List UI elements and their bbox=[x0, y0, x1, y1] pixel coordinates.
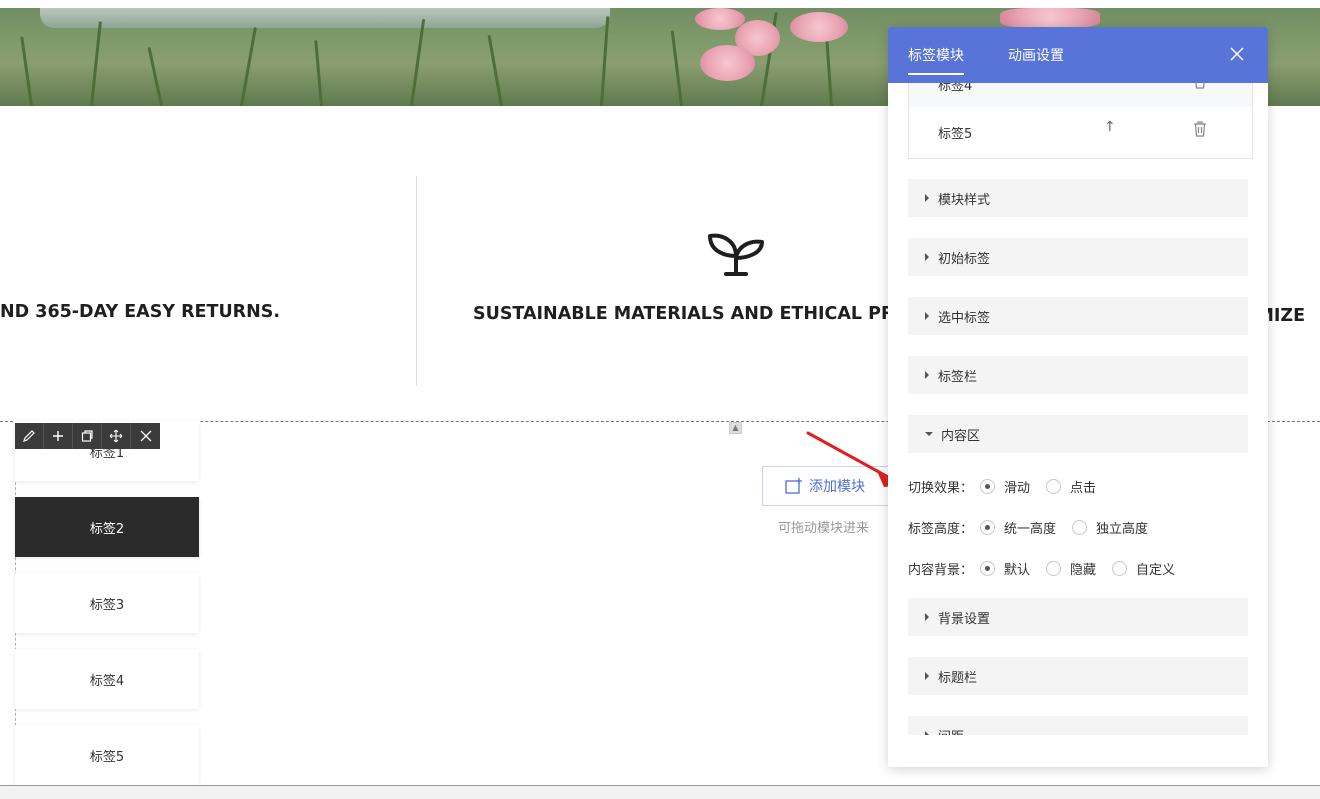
caret-right-icon bbox=[925, 613, 929, 621]
feature-sustainable-text: SUSTAINABLE MATERIALS AND ETHICAL PRAC bbox=[473, 304, 921, 324]
tab-animation-settings[interactable]: 动画设置 bbox=[1008, 45, 1064, 65]
close-icon[interactable] bbox=[131, 423, 160, 449]
tag-list-row: 标签5 ↑ bbox=[909, 107, 1252, 155]
radio-default[interactable]: 默认 bbox=[980, 559, 1030, 578]
caret-right-icon bbox=[925, 312, 929, 320]
section-initial-tab[interactable]: 初始标签 bbox=[908, 238, 1248, 276]
tab-item-5[interactable]: 标签5 bbox=[15, 725, 199, 785]
bottom-bar bbox=[0, 785, 1320, 799]
flower bbox=[695, 8, 745, 30]
section-background-settings[interactable]: 背景设置 bbox=[908, 598, 1248, 636]
radio-uniform-height[interactable]: 统一高度 bbox=[980, 518, 1056, 537]
page: ND 365-DAY EASY RETURNS. SUSTAINABLE MAT… bbox=[0, 0, 1320, 799]
section-label: 初始标签 bbox=[938, 251, 991, 267]
tag-list: 标签4 标签5 ↑ bbox=[908, 83, 1253, 159]
radio-independent-height[interactable]: 独立高度 bbox=[1072, 518, 1148, 537]
tab-label: 标签3 bbox=[89, 597, 125, 613]
plus-icon[interactable] bbox=[44, 423, 73, 449]
move-up-icon[interactable]: ↑ bbox=[1104, 119, 1116, 135]
section-label: 间距 bbox=[938, 726, 964, 736]
section-module-style[interactable]: 模块样式 bbox=[908, 179, 1248, 217]
pencil-icon[interactable] bbox=[15, 423, 44, 449]
trash-icon[interactable] bbox=[1193, 121, 1207, 137]
section-label: 选中标签 bbox=[938, 310, 991, 326]
section-title-bar[interactable]: 标题栏 bbox=[908, 657, 1248, 695]
caret-right-icon bbox=[925, 672, 929, 680]
tab-module-settings[interactable]: 标签模块 bbox=[908, 45, 964, 75]
section-label: 标题栏 bbox=[938, 670, 978, 686]
radio-click[interactable]: 点击 bbox=[1046, 477, 1096, 496]
panel-header: 标签模块 动画设置 bbox=[888, 27, 1268, 83]
settings-panel: 标签模块 动画设置 标签4 标签5 ↑ 模块样式 初始标签 选中标签 标签栏 内… bbox=[888, 27, 1268, 767]
tag-list-row: 标签4 bbox=[909, 83, 1252, 107]
flower bbox=[700, 45, 755, 81]
tab-height-row: 标签高度： 统一高度 独立高度 bbox=[908, 517, 1164, 537]
feature-returns-text: ND 365-DAY EASY RETURNS. bbox=[0, 302, 281, 322]
caret-right-icon bbox=[925, 253, 929, 261]
radio-slide[interactable]: 滑动 bbox=[980, 477, 1030, 496]
section-label: 背景设置 bbox=[938, 611, 991, 627]
caret-right-icon bbox=[925, 371, 929, 379]
tab-label: 标签4 bbox=[89, 673, 125, 689]
radio-custom[interactable]: 自定义 bbox=[1112, 559, 1175, 578]
option-label: 标签高度： bbox=[908, 521, 974, 537]
caret-down-icon bbox=[925, 432, 933, 436]
content-background-row: 内容背景： 默认 隐藏 自定义 bbox=[908, 558, 1191, 578]
flower bbox=[790, 12, 848, 42]
panel-close-icon[interactable] bbox=[1228, 45, 1246, 63]
radio-hidden[interactable]: 隐藏 bbox=[1046, 559, 1096, 578]
copy-icon[interactable] bbox=[73, 423, 102, 449]
option-label: 内容背景： bbox=[908, 562, 974, 578]
trash-icon[interactable] bbox=[1193, 83, 1207, 89]
planter-shape bbox=[40, 8, 610, 28]
caret-right-icon bbox=[925, 194, 929, 202]
section-label: 标签栏 bbox=[938, 369, 978, 385]
section-label: 内容区 bbox=[941, 428, 981, 444]
tab-item-3[interactable]: 标签3 bbox=[15, 573, 199, 633]
panel-body: 标签4 标签5 ↑ 模块样式 初始标签 选中标签 标签栏 内容区 切换效果： 滑… bbox=[888, 83, 1268, 735]
tab-label: 标签2 bbox=[89, 521, 125, 537]
caret-right-icon bbox=[925, 731, 929, 735]
move-icon[interactable] bbox=[102, 423, 131, 449]
module-toolbar bbox=[15, 423, 160, 449]
drag-hint-text: 可拖动模块进来 bbox=[778, 521, 870, 536]
flower bbox=[1000, 8, 1100, 28]
tab-item-4[interactable]: 标签4 bbox=[15, 649, 199, 709]
tag-name: 标签4 bbox=[938, 83, 973, 94]
section-tab-bar[interactable]: 标签栏 bbox=[908, 356, 1248, 394]
tag-name: 标签5 bbox=[938, 127, 973, 142]
sprout-icon bbox=[708, 233, 764, 276]
section-selected-tab[interactable]: 选中标签 bbox=[908, 297, 1248, 335]
tab-item-2[interactable]: 标签2 bbox=[15, 497, 199, 557]
section-content-area[interactable]: 内容区 bbox=[908, 415, 1248, 453]
section-spacing[interactable]: 间距 bbox=[908, 716, 1248, 735]
switch-effect-row: 切换效果： 滑动 点击 bbox=[908, 476, 1112, 496]
feature-divider bbox=[416, 176, 417, 386]
collapse-handle-icon[interactable]: ▲ bbox=[729, 422, 742, 434]
section-label: 模块样式 bbox=[938, 192, 991, 208]
tab-label: 标签5 bbox=[89, 749, 125, 765]
option-label: 切换效果： bbox=[908, 480, 974, 496]
